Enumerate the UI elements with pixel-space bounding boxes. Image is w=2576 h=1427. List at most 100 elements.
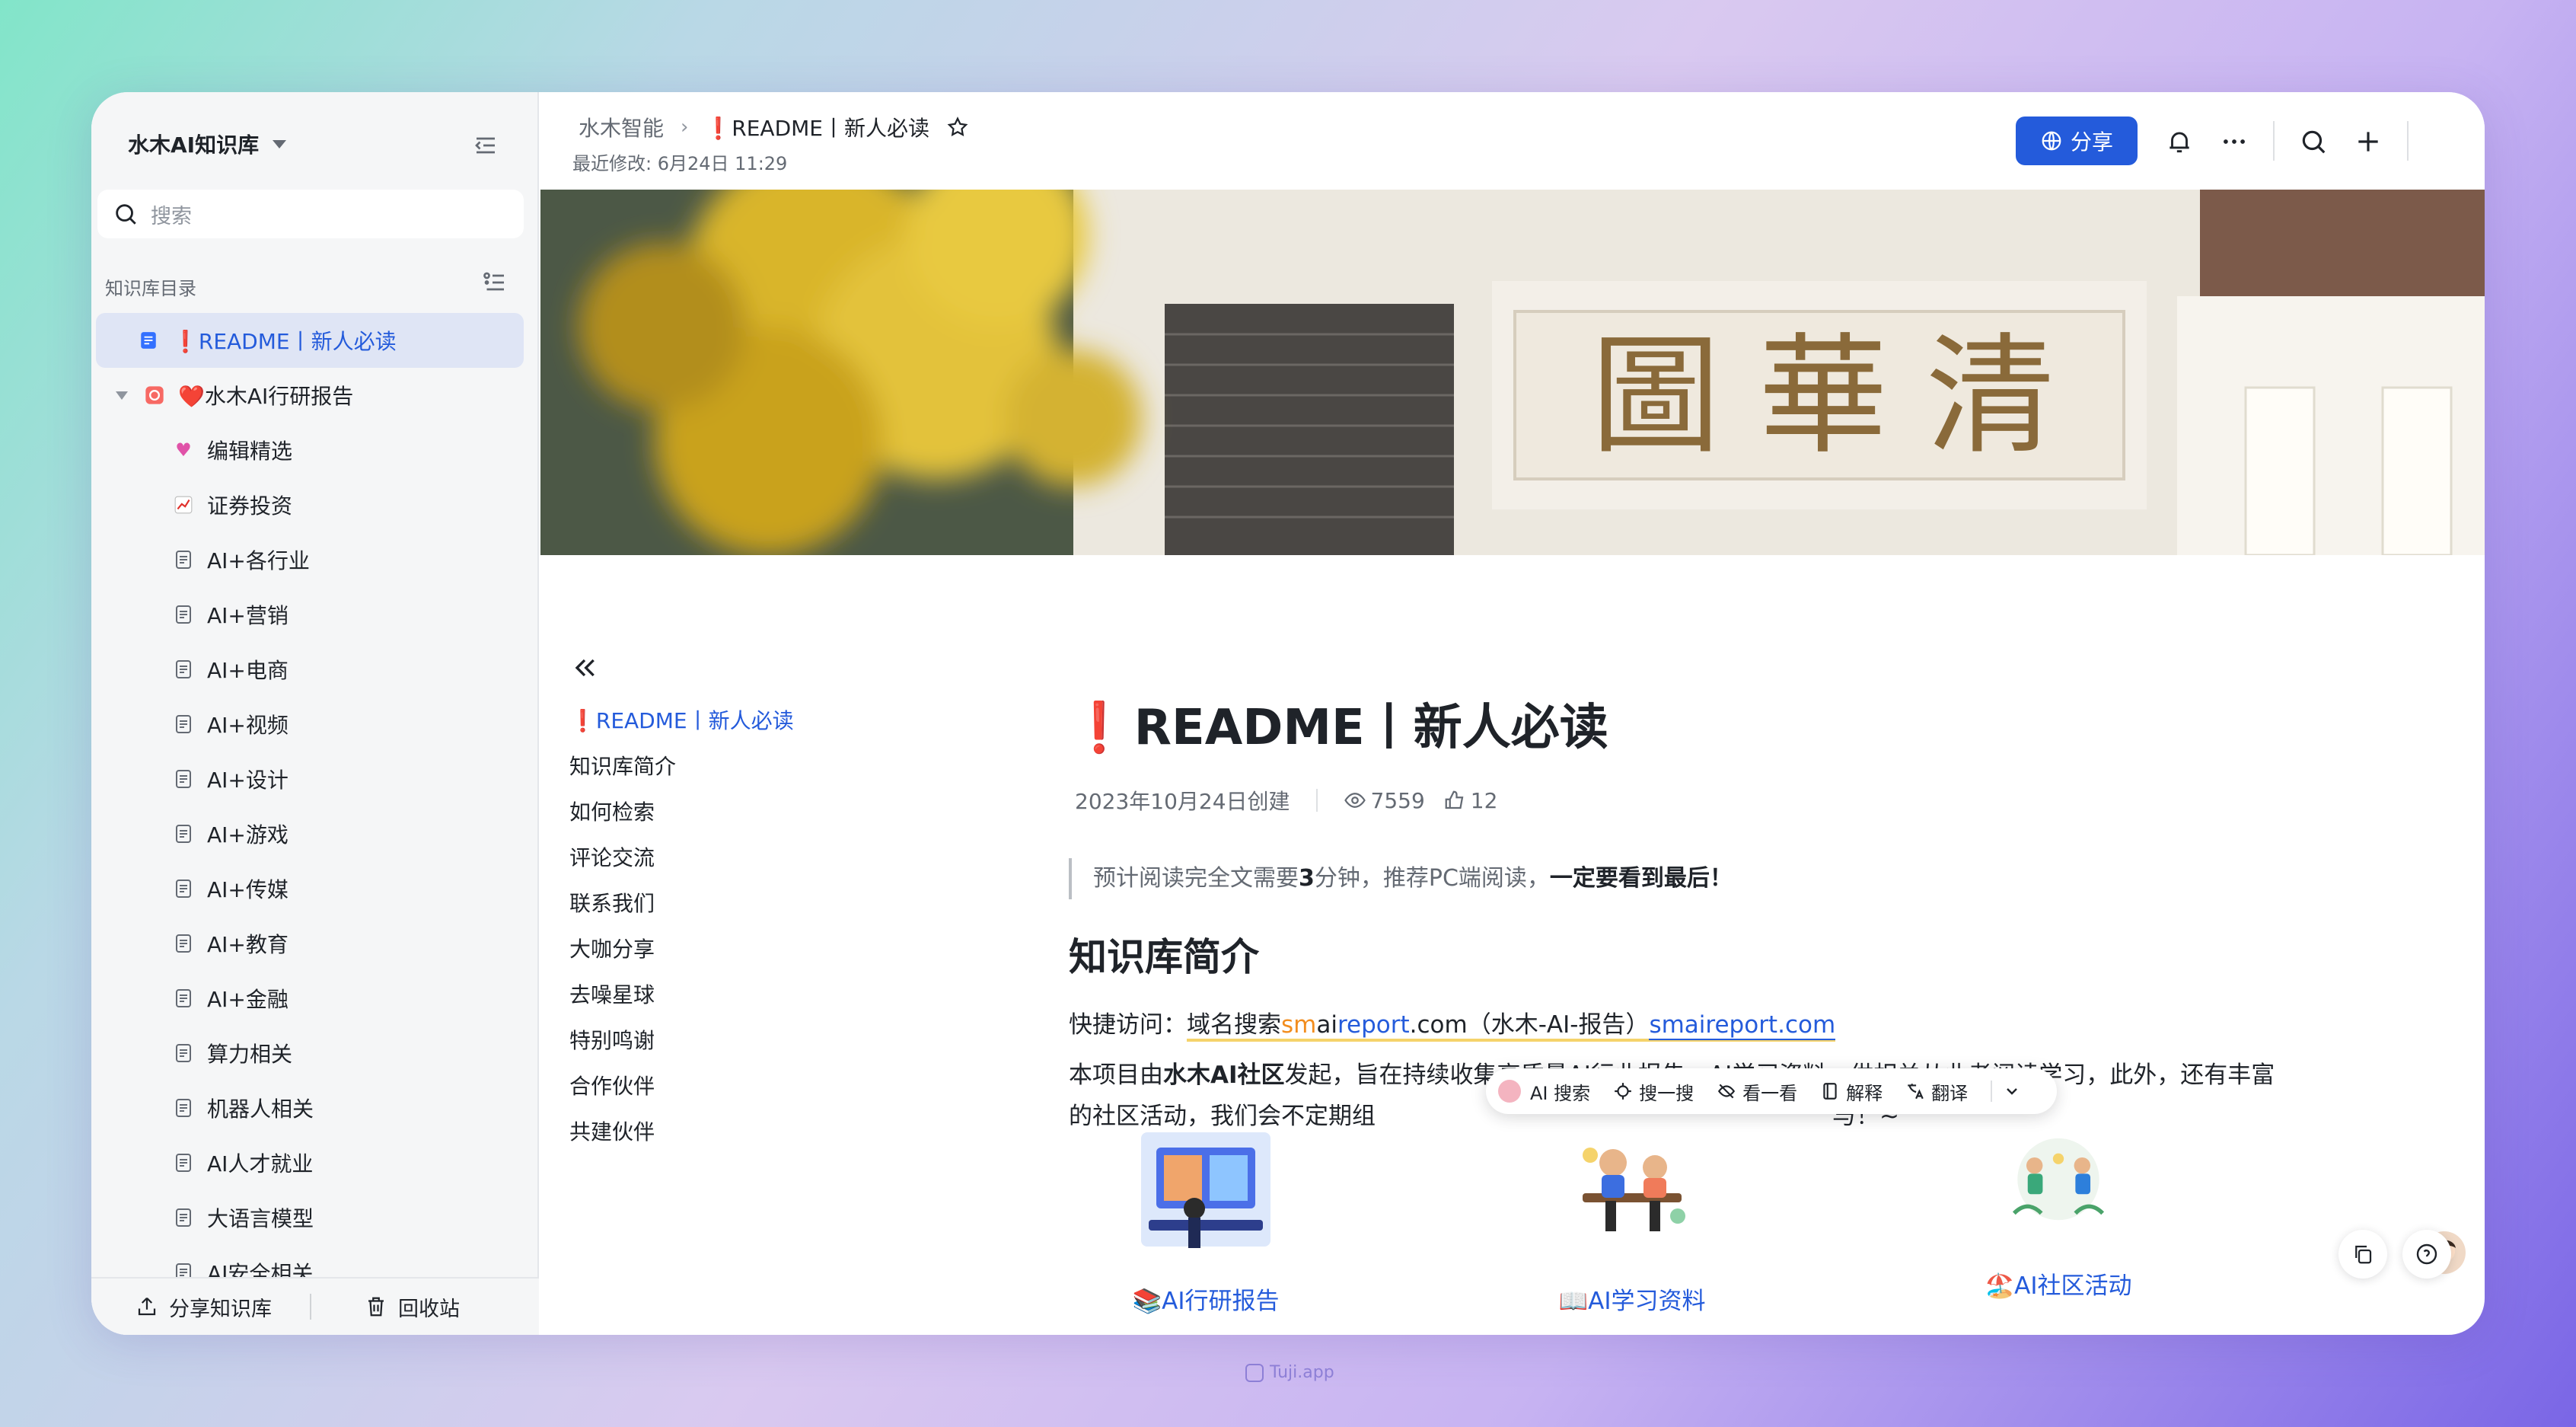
trash-icon [368,1297,384,1317]
learning-illustration [1583,1148,1685,1231]
expand-arrow-icon[interactable] [116,391,128,400]
outline-item[interactable]: 大咖分享 [569,927,874,972]
tree-item[interactable]: AI+金融 [91,971,539,1026]
doc-icon [172,1151,195,1174]
intro-text: 本项目由 [1069,1061,1163,1089]
double-chevron-left-icon[interactable] [569,653,600,683]
workspace-title: 水木AI知识库 [128,132,260,158]
tree-item[interactable]: 机器人相关 [91,1081,539,1135]
bell-icon[interactable] [2165,127,2194,156]
doc-icon [172,548,195,571]
svg-text:華: 華 [1758,321,1888,472]
like-button[interactable]: 12 [1443,787,1498,813]
view-count-value: 7559 [1370,787,1425,813]
outline-item[interactable]: 如何检索 [569,790,874,835]
chevron-down-icon[interactable] [2003,1082,2021,1100]
like-count: 12 [1470,787,1498,813]
tree-item[interactable]: 算力相关 [91,1026,539,1081]
outline-item[interactable]: 知识库简介 [569,744,874,790]
translate-button[interactable]: 翻译 [1905,1078,1968,1105]
search-input[interactable]: 搜索 [97,190,524,238]
folder-icon [143,384,166,407]
outline-item[interactable]: 去噪星球 [569,972,874,1018]
doc-icon [172,1097,195,1119]
outline-item[interactable]: 合作伙伴 [569,1064,874,1109]
tree-item-label: AI+游戏 [207,822,289,848]
eye-icon [1344,793,1366,808]
tree-item-reports[interactable]: ❤️水木AI行研报告 [91,368,539,423]
title-mark: ❗ [1069,700,1130,756]
copy-link-button[interactable] [2338,1230,2387,1279]
document-meta: 2023年10月24日创建 7559 12 [1069,785,2348,816]
look-button[interactable]: 看一看 [1717,1078,1797,1105]
card-label: 📖AI学习资料 [1558,1288,1706,1315]
workspace-switcher[interactable]: 水木AI知识库 [128,121,287,167]
outline-item[interactable]: 特别鸣谢 [569,1018,874,1064]
quick-text: report [1337,1011,1410,1039]
reports-illustration [1141,1132,1270,1248]
more-icon[interactable] [2220,127,2249,156]
card-label: 🏖️AI社区活动 [1985,1272,2132,1300]
thumbs-up-icon [1445,790,1464,809]
tree-item[interactable]: 大语言模型 [91,1190,539,1245]
tree-item-securities[interactable]: 证券投资 [91,477,539,532]
tree-item[interactable]: AI+传媒 [91,861,539,916]
tree-item-editor-picks[interactable]: ♥ 编辑精选 [91,423,539,477]
help-icon [2416,1243,2437,1265]
doc-icon [172,987,195,1010]
tree-item-label: ❗README丨新人必读 [172,329,397,354]
tree-item[interactable]: AI+视频 [91,697,539,752]
divider [1315,789,1318,812]
site-link[interactable]: smaireport.com [1649,1011,1836,1040]
tree-item[interactable]: AI+电商 [91,642,539,697]
collapse-sidebar-icon[interactable] [472,132,499,159]
list-settings-icon[interactable] [481,269,509,296]
pink-heart-icon: ♥ [175,439,192,461]
card-learning[interactable]: 📖AI学习资料 [1495,1125,1769,1316]
tree-item[interactable]: AI+游戏 [91,806,539,861]
outline-item[interactable]: ❗README丨新人必读 [569,698,874,744]
card-community[interactable]: 🏖️AI社区活动 [1921,1125,2195,1301]
breadcrumb-root[interactable]: 水木智能 [579,112,664,142]
intro-emphasis: 水木AI社区 [1163,1061,1285,1089]
explain-button[interactable]: 解释 [1820,1078,1883,1105]
tree-item[interactable]: AI+教育 [91,916,539,971]
watermark-text: Tuji.app [1270,1363,1334,1382]
copy-icon [2355,1245,2372,1264]
book-icon [1823,1083,1837,1100]
share-button[interactable]: 分享 [2016,117,2138,165]
breadcrumb-current[interactable]: ❗README丨新人必读 [705,112,929,142]
tree-item-label: 编辑精选 [207,439,293,464]
outline-item[interactable]: 联系我们 [569,881,874,927]
plus-icon[interactable] [2354,127,2383,156]
tree-item[interactable]: AI人才就业 [91,1135,539,1190]
tree-item[interactable]: AI+各行业 [91,532,539,587]
search-placeholder: 搜索 [151,204,192,228]
share-label: 分享 [2070,129,2113,155]
tree-item[interactable]: AI+设计 [91,752,539,806]
ai-search-label: AI 搜索 [1530,1082,1591,1104]
share-knowledge-base-button[interactable]: 分享知识库 [135,1292,272,1322]
created-date: 2023年10月24日创建 [1075,789,1290,814]
search-button[interactable]: 搜一搜 [1613,1078,1694,1105]
quote-emphasis: 3 [1299,865,1315,892]
tree-item-readme[interactable]: ❗README丨新人必读 [96,313,524,368]
ai-floating-toolbar: AI 搜索 搜一搜 看一看 解释 翻译 [1486,1068,2057,1114]
quote-text: 分钟，推荐PC端阅读， [1314,865,1550,892]
view-count: 7559 [1344,788,1425,813]
ai-search-button[interactable]: AI 搜索 [1530,1078,1590,1105]
trash-button[interactable]: 回收站 [365,1292,460,1322]
highlighted-text: 域名搜索smaireport.com（水木-AI-报告）smaireport.c… [1187,1011,1836,1042]
globe-icon [2042,131,2061,151]
help-button[interactable] [2402,1230,2451,1279]
star-icon[interactable] [946,116,969,139]
sidebar-footer: 分享知识库 回收站 [91,1277,539,1335]
share-icon [138,1297,156,1316]
outline-item[interactable]: 评论交流 [569,835,874,881]
search-icon[interactable] [2299,127,2328,156]
tree-item[interactable]: AI+营销 [91,587,539,642]
tree-item-label: ❤️水木AI行研报告 [178,384,354,409]
card-reports[interactable]: 📚AI行研报告 [1069,1125,1343,1316]
quick-access-line: 快捷访问：域名搜索smaireport.com（水木-AI-报告）smairep… [1069,1004,2348,1046]
outline-item[interactable]: 共建伙伴 [569,1109,874,1155]
